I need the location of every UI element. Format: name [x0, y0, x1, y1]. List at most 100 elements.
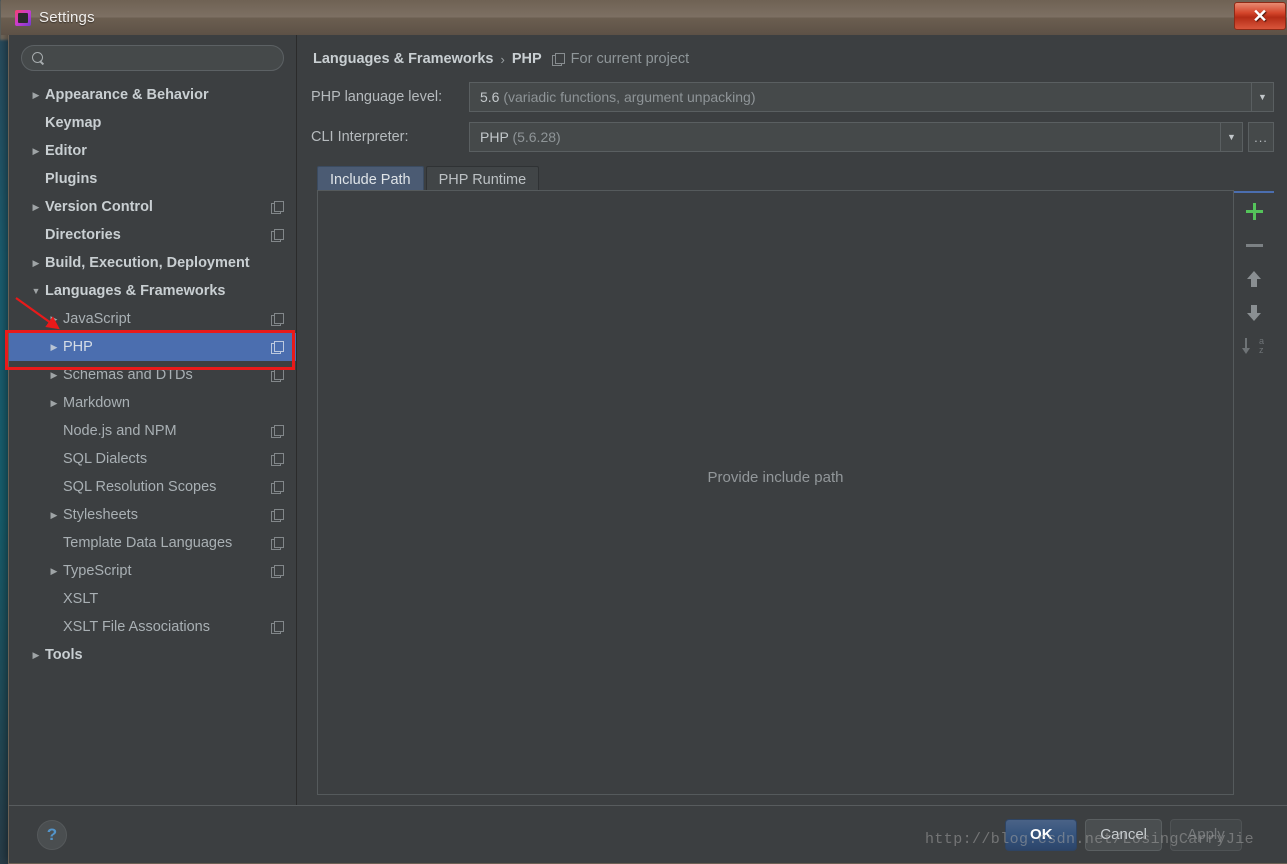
footer-button-group: OK Cancel Apply	[1005, 818, 1242, 851]
sidebar-item-label: SQL Resolution Scopes	[63, 479, 217, 495]
breadcrumb-current: PHP	[511, 51, 542, 67]
sidebar-item-label: Directories	[45, 227, 121, 243]
plus-icon	[1245, 202, 1263, 220]
sidebar-item-label: Template Data Languages	[63, 535, 233, 551]
chevron-right-icon[interactable]: ▶	[27, 650, 45, 660]
help-button[interactable]: ?	[37, 819, 67, 850]
project-scope-icon	[271, 480, 284, 494]
sidebar-item-sql-dialects[interactable]: SQL Dialects	[9, 445, 296, 473]
search-input[interactable]	[51, 49, 273, 67]
chevron-right-icon[interactable]: ▶	[45, 566, 63, 576]
add-button[interactable]	[1239, 196, 1269, 226]
close-button[interactable]: ✕	[1234, 2, 1286, 30]
chevron-right-icon[interactable]: ▶	[45, 398, 63, 408]
sidebar-item-php[interactable]: ▶ PHP	[9, 333, 296, 361]
chevron-down-icon[interactable]: ▼	[1251, 83, 1273, 111]
cli-interpreter-combo[interactable]: PHP (5.6.28) ▼	[469, 122, 1243, 152]
sidebar-item-label: Plugins	[45, 171, 98, 187]
tab-php-runtime[interactable]: PHP Runtime	[425, 166, 540, 193]
cli-interpreter-label: CLI Interpreter:	[311, 129, 409, 145]
ok-button[interactable]: OK	[1005, 818, 1078, 851]
cancel-button[interactable]: Cancel	[1085, 818, 1162, 851]
php-language-level-label: PHP language level:	[311, 89, 443, 105]
chevron-right-icon[interactable]: ▶	[45, 510, 63, 520]
project-scope-icon	[271, 312, 284, 326]
sidebar-item-plugins[interactable]: Plugins	[9, 165, 296, 193]
sidebar-item-languages-frameworks[interactable]: ▼ Languages & Frameworks	[9, 277, 296, 305]
remove-button[interactable]	[1239, 230, 1269, 260]
dialog-footer: ? OK Cancel Apply	[9, 805, 1287, 863]
project-scope-icon	[271, 620, 284, 634]
sidebar-item-javascript[interactable]: ▶ JavaScript	[9, 305, 296, 333]
search-box[interactable]	[21, 45, 284, 71]
sidebar-item-build-execution-deployment[interactable]: ▶ Build, Execution, Deployment	[9, 249, 296, 277]
arrow-up-icon	[1247, 271, 1261, 287]
sidebar-item-xslt[interactable]: XSLT	[9, 585, 296, 613]
sidebar-item-label: XSLT File Associations	[63, 619, 210, 635]
chevron-down-icon[interactable]: ▼	[27, 286, 45, 296]
desktop-background: Settings ✕ ▶ Appearance & Behavior Keymap ▶…	[0, 0, 1287, 864]
sidebar-item-label: Markdown	[63, 395, 130, 411]
tab-include-path[interactable]: Include Path	[317, 166, 424, 193]
cli-interpreter-row: CLI Interpreter: PHP (5.6.28) ▼ ...	[311, 121, 1274, 153]
sidebar-item-version-control[interactable]: ▶ Version Control	[9, 193, 296, 221]
sidebar-item-label: Build, Execution, Deployment	[45, 255, 250, 271]
php-language-level-value: 5.6 (variadic functions, argument unpack…	[480, 89, 756, 105]
chevron-right-icon[interactable]: ▶	[45, 342, 63, 352]
sidebar-item-tools[interactable]: ▶ Tools	[9, 641, 296, 669]
sidebar-item-sql-resolution-scopes[interactable]: SQL Resolution Scopes	[9, 473, 296, 501]
chevron-right-icon[interactable]: ▶	[45, 370, 63, 380]
empty-state-text: Provide include path	[707, 469, 844, 486]
settings-dialog: Settings ✕ ▶ Appearance & Behavior Keymap ▶…	[1, 0, 1287, 864]
sidebar-item-label: Appearance & Behavior	[45, 87, 209, 103]
project-scope-icon	[271, 200, 284, 214]
php-language-level-combo[interactable]: 5.6 (variadic functions, argument unpack…	[469, 82, 1274, 112]
browse-interpreters-button[interactable]: ...	[1248, 122, 1274, 152]
sidebar-item-node-js-and-npm[interactable]: Node.js and NPM	[9, 417, 296, 445]
project-scope-icon	[271, 508, 284, 522]
sidebar-item-label: Keymap	[45, 115, 102, 131]
project-scope-icon	[271, 368, 284, 382]
phpstorm-icon	[15, 9, 31, 26]
sidebar-item-keymap[interactable]: Keymap	[9, 109, 296, 137]
project-scope-icon	[271, 340, 284, 354]
sidebar-item-template-data-languages[interactable]: Template Data Languages	[9, 529, 296, 557]
project-scope-icon	[271, 424, 284, 438]
sort-button[interactable]: az	[1239, 332, 1269, 362]
chevron-right-icon[interactable]: ▶	[27, 90, 45, 100]
include-path-list[interactable]: Provide include path	[317, 190, 1234, 795]
sidebar-item-markdown[interactable]: ▶ Markdown	[9, 389, 296, 417]
chevron-down-icon[interactable]: ▼	[1220, 123, 1242, 151]
sidebar-item-label: JavaScript	[63, 311, 131, 327]
breadcrumb-separator: ›	[500, 51, 505, 67]
sidebar-item-label: PHP	[63, 339, 93, 355]
minus-icon	[1245, 243, 1263, 247]
settings-content-panel: Languages & Frameworks › PHP For current…	[297, 35, 1287, 805]
sidebar-item-schemas-and-dtds[interactable]: ▶ Schemas and DTDs	[9, 361, 296, 389]
sidebar-item-label: Editor	[45, 143, 87, 159]
sidebar-item-label: Languages & Frameworks	[45, 283, 226, 299]
sidebar-item-editor[interactable]: ▶ Editor	[9, 137, 296, 165]
sidebar-item-xslt-file-associations[interactable]: XSLT File Associations	[9, 613, 296, 641]
list-toolbar: az	[1234, 190, 1274, 795]
arrow-down-icon	[1247, 305, 1261, 321]
sidebar-item-directories[interactable]: Directories	[9, 221, 296, 249]
dialog-body: ▶ Appearance & Behavior Keymap ▶ Editor Plugi…	[9, 35, 1287, 805]
project-scope-icon	[551, 52, 565, 66]
sidebar-item-appearance-behavior[interactable]: ▶ Appearance & Behavior	[9, 81, 296, 109]
chevron-right-icon[interactable]: ▶	[27, 258, 45, 268]
move-up-button[interactable]	[1239, 264, 1269, 294]
project-scope-icon	[271, 564, 284, 578]
settings-tree: ▶ Appearance & Behavior Keymap ▶ Editor Plugi…	[9, 81, 296, 669]
sidebar-item-label: Node.js and NPM	[63, 423, 177, 439]
search-icon	[32, 51, 45, 65]
sidebar-item-label: Version Control	[45, 199, 153, 215]
window-title: Settings	[39, 9, 95, 26]
sidebar-item-label: Stylesheets	[63, 507, 138, 523]
sidebar-item-stylesheets[interactable]: ▶ Stylesheets	[9, 501, 296, 529]
chevron-right-icon[interactable]: ▶	[45, 314, 63, 324]
chevron-right-icon[interactable]: ▶	[27, 202, 45, 212]
chevron-right-icon[interactable]: ▶	[27, 146, 45, 156]
move-down-button[interactable]	[1239, 298, 1269, 328]
sidebar-item-typescript[interactable]: ▶ TypeScript	[9, 557, 296, 585]
